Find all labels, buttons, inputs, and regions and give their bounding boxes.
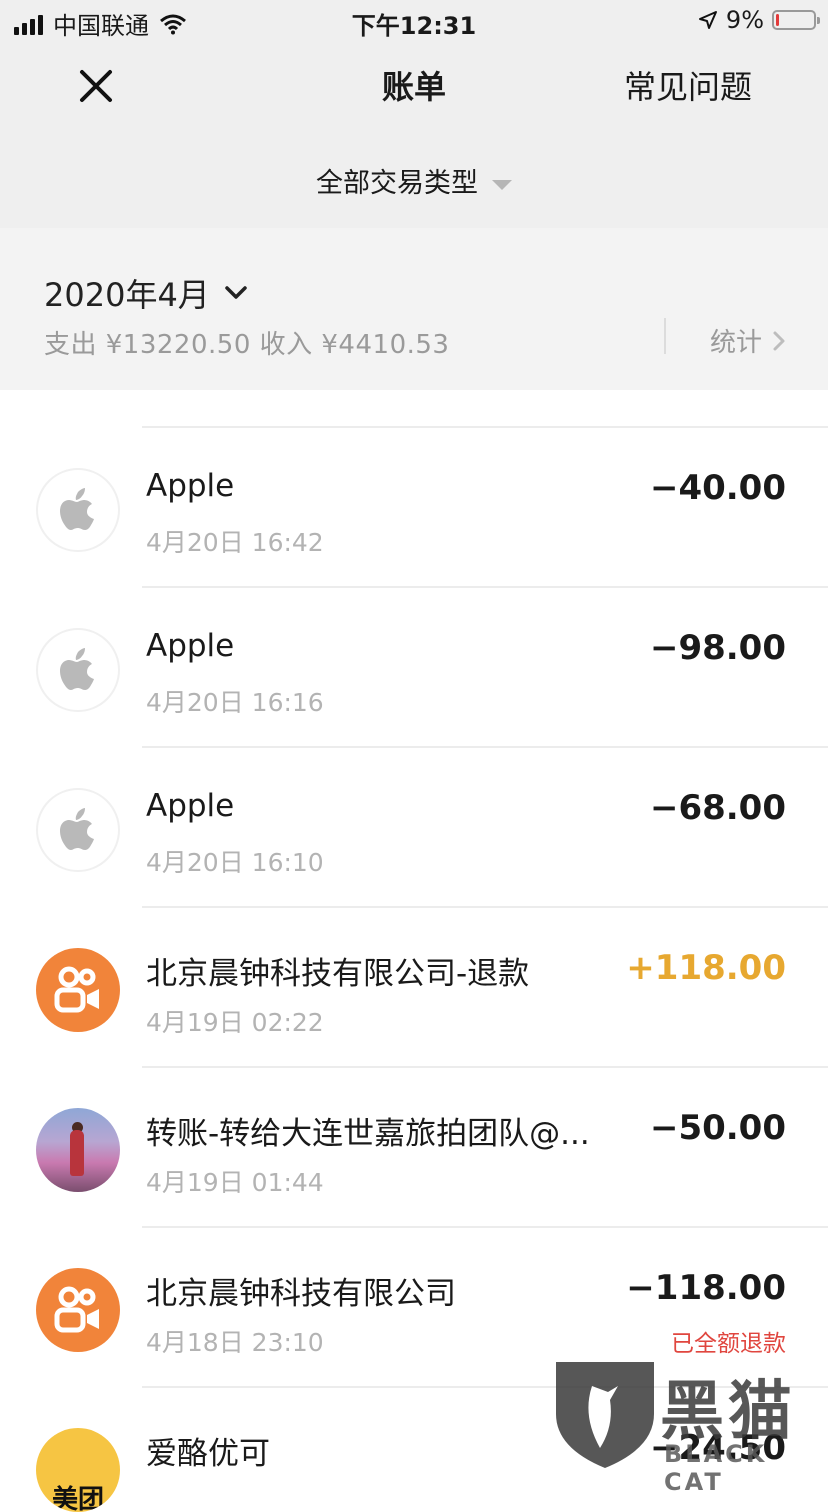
battery-icon <box>772 10 820 30</box>
status-bar: 中国联通 下午12:31 9% <box>0 0 828 44</box>
refund-status: 已全额退款 <box>671 1331 786 1357</box>
transaction-name: 北京晨钟科技有限公司-退款 <box>146 956 530 992</box>
transaction-time: 4月20日 16:10 <box>146 848 324 877</box>
transaction-amount: −50.00 <box>649 1108 786 1148</box>
apple-icon <box>36 628 120 712</box>
transaction-amount: −118.00 <box>626 1268 786 1308</box>
battery-fill <box>776 14 779 26</box>
stats-label: 统计 <box>710 328 763 358</box>
transaction-time: 4月20日 16:16 <box>146 688 324 717</box>
transaction-time: 4月19日 02:22 <box>146 1008 324 1037</box>
user-photo-avatar <box>36 1108 120 1192</box>
transaction-row[interactable]: Apple 4月20日 16:42 −40.00 <box>0 428 828 588</box>
faq-link[interactable]: 常见问题 <box>624 62 752 108</box>
transaction-amount: −24.50 <box>649 1428 786 1468</box>
transaction-row[interactable]: 北京晨钟科技有限公司-退款 4月19日 02:22 +118.00 <box>0 908 828 1068</box>
transaction-amount: −98.00 <box>649 628 786 668</box>
battery-percent: 9% <box>725 6 764 34</box>
stats-link[interactable]: 统计 <box>710 322 786 359</box>
transaction-row[interactable]: 美团 爱酪优可 −24.50 <box>0 1388 828 1512</box>
transaction-name: 爱酪优可 <box>146 1436 270 1472</box>
location-arrow-icon <box>698 11 717 29</box>
transaction-name: 转账-转给大连世嘉旅拍团队@... <box>146 1116 590 1152</box>
transaction-time: 4月19日 01:44 <box>146 1168 324 1197</box>
divider <box>664 318 666 354</box>
nav-bar: 账单 常见问题 <box>0 44 828 128</box>
avatar-figure <box>70 1130 84 1176</box>
transaction-row[interactable]: Apple 4月20日 16:16 −98.00 <box>0 588 828 748</box>
meituan-logo-text: 美团 <box>51 1485 104 1512</box>
filter-bar: 全部交易类型 <box>0 128 828 228</box>
month-label: 2020年4月 <box>44 276 210 314</box>
transaction-amount: −68.00 <box>649 788 786 828</box>
caret-down-icon <box>492 179 512 190</box>
transaction-row[interactable]: 转账-转给大连世嘉旅拍团队@... 4月19日 01:44 −50.00 <box>0 1068 828 1228</box>
transaction-time: 4月18日 23:10 <box>146 1328 324 1357</box>
month-summary: 支出 ¥13220.50 收入 ¥4410.53 <box>44 330 450 360</box>
apple-icon <box>36 468 120 552</box>
status-right: 9% <box>698 6 820 34</box>
transaction-row[interactable]: Apple 4月20日 16:10 −68.00 <box>0 748 828 908</box>
kuaishou-logo-icon <box>36 1268 120 1352</box>
meituan-logo-icon: 美团 <box>36 1428 120 1512</box>
transaction-name: Apple <box>146 788 235 824</box>
apple-icon <box>36 788 120 872</box>
transaction-row[interactable]: 北京晨钟科技有限公司 4月18日 23:10 −118.00 已全额退款 <box>0 1228 828 1388</box>
transaction-type-filter[interactable]: 全部交易类型 <box>0 161 828 200</box>
transaction-name: Apple <box>146 468 235 504</box>
month-header: 2020年4月 支出 ¥13220.50 收入 ¥4410.53 统计 <box>0 228 828 390</box>
chevron-right-icon <box>773 331 785 350</box>
kuaishou-logo-icon <box>36 948 120 1032</box>
chevron-down-icon <box>225 286 247 299</box>
transaction-amount: +118.00 <box>626 948 786 988</box>
month-picker[interactable]: 2020年4月 <box>44 270 248 316</box>
transaction-type-filter-label: 全部交易类型 <box>316 168 478 199</box>
transaction-amount: −40.00 <box>649 468 786 508</box>
transaction-time: 4月20日 16:42 <box>146 528 324 557</box>
transaction-name: Apple <box>146 628 235 664</box>
transaction-name: 北京晨钟科技有限公司 <box>146 1276 456 1312</box>
